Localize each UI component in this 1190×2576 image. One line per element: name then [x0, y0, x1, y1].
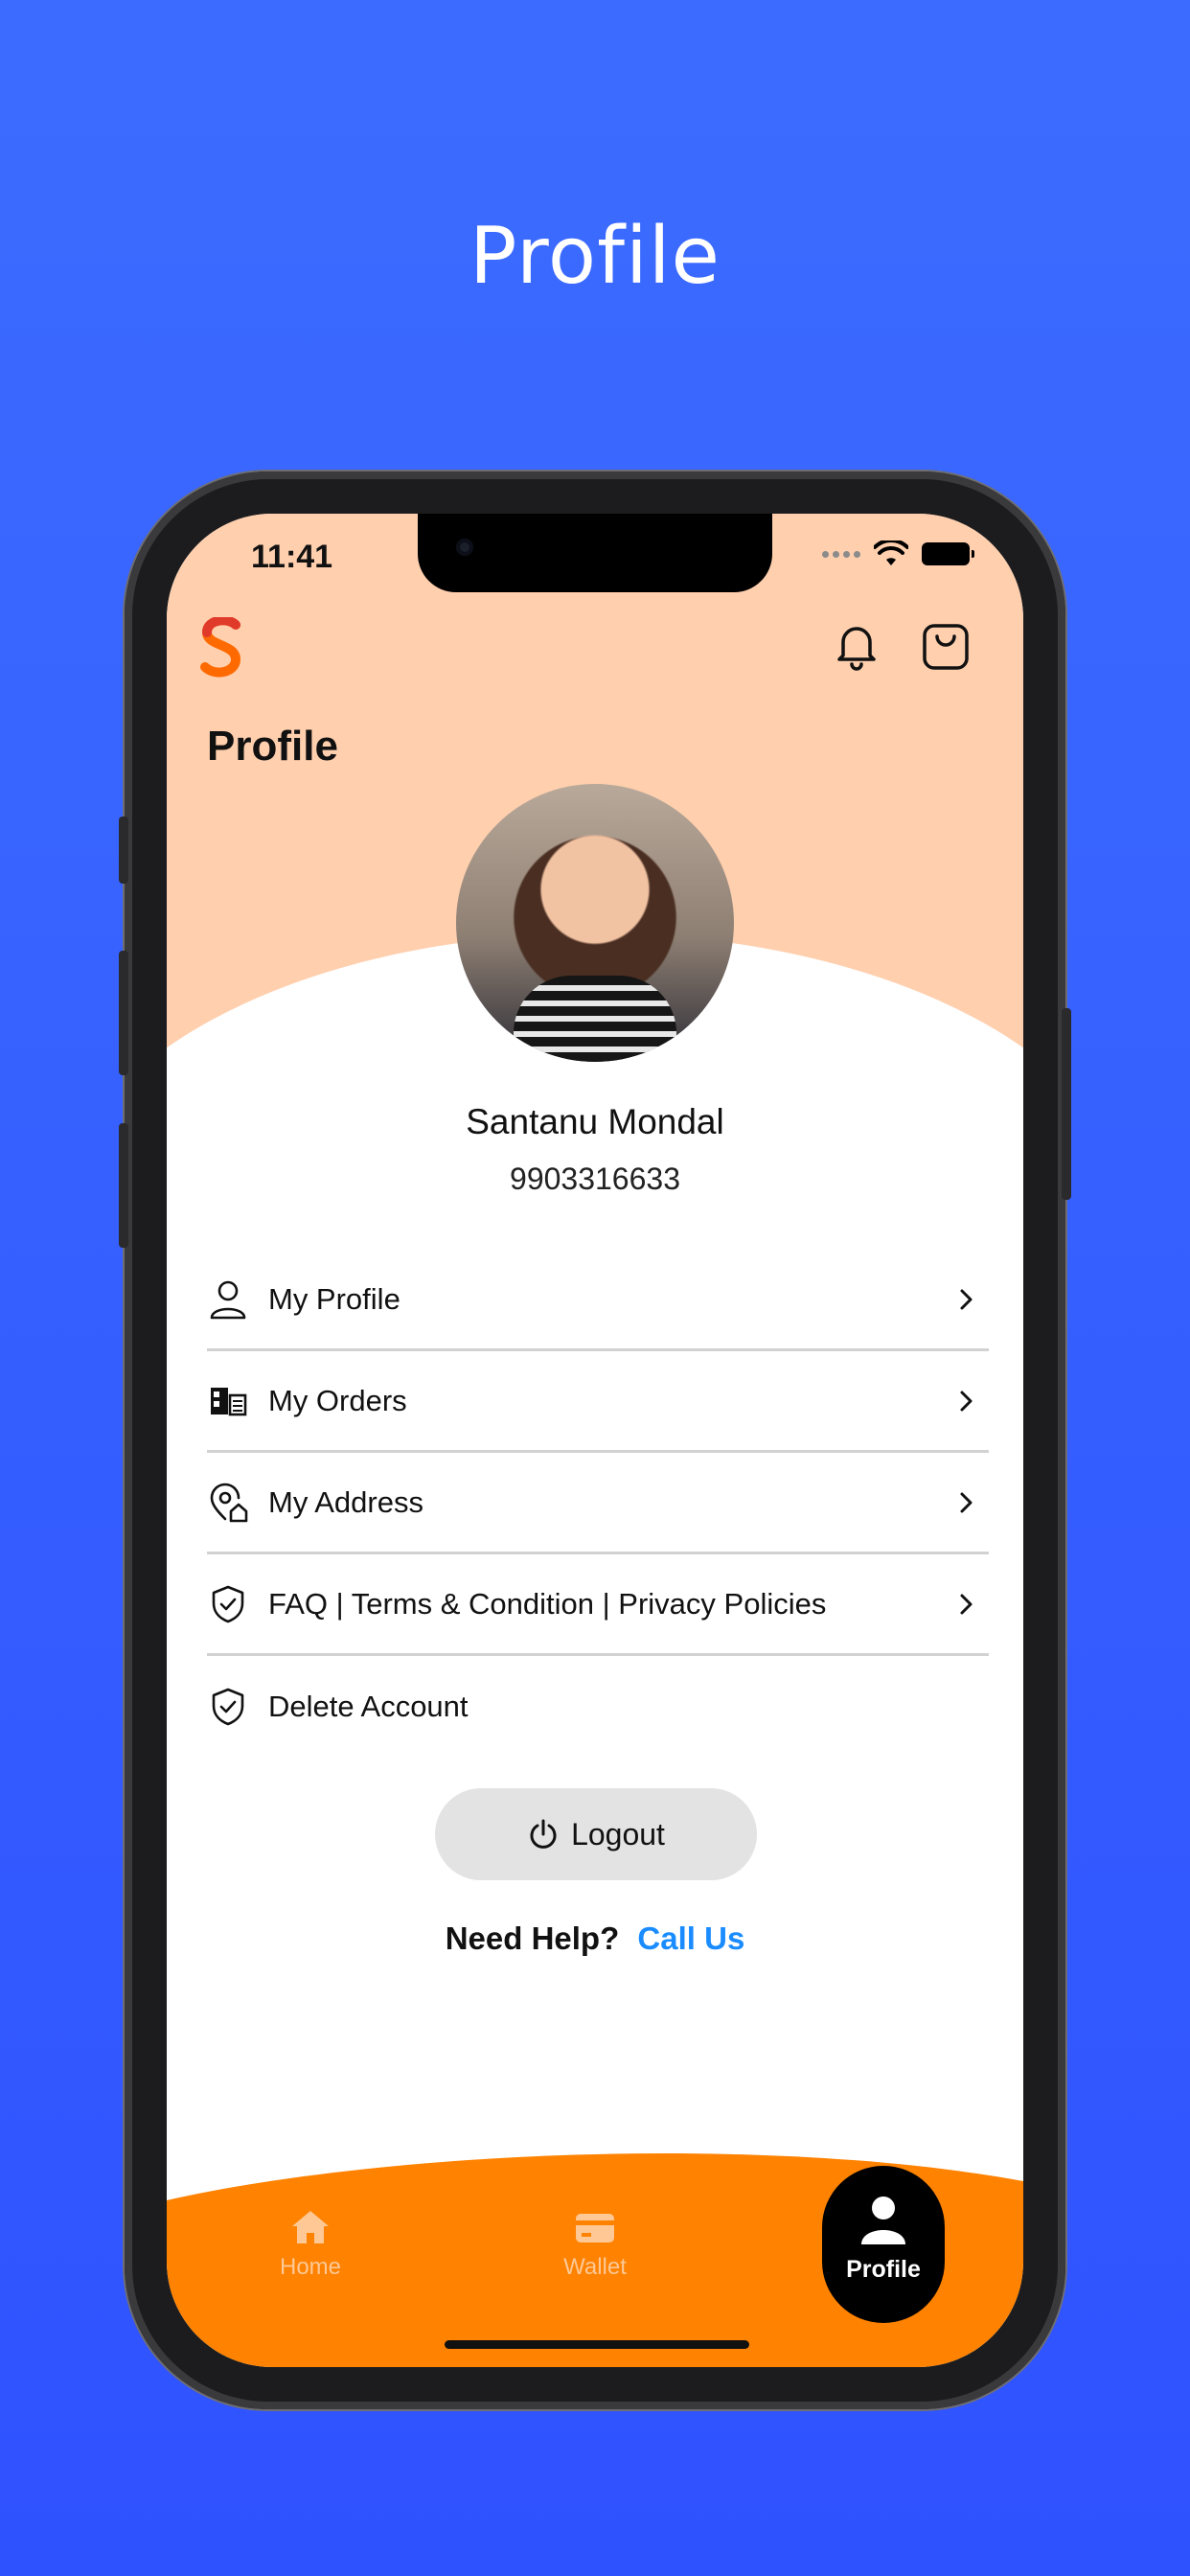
notch	[418, 514, 772, 592]
menu-item-my-profile[interactable]: My Profile	[207, 1250, 989, 1351]
user-icon	[207, 1278, 249, 1321]
status-icons	[822, 540, 974, 567]
nav-label: Profile	[846, 2256, 921, 2283]
orders-icon	[207, 1380, 249, 1422]
app-logo-icon	[200, 617, 241, 678]
home-icon	[292, 2211, 329, 2243]
avatar-shirt	[514, 976, 676, 1062]
chevron-right-icon	[960, 1391, 973, 1411]
signal-icon	[822, 550, 860, 558]
menu-item-label: My Address	[268, 1484, 423, 1519]
user-name: Santanu Mondal	[466, 1102, 724, 1141]
volume-up-button	[119, 951, 128, 1075]
help-text: Need Help?	[445, 1920, 620, 1956]
wallet-icon	[576, 2214, 614, 2242]
mute-switch	[119, 816, 128, 884]
chevron-right-icon	[960, 1594, 973, 1614]
profile-menu: My Profile My Orders My Address FAQ | Te…	[207, 1250, 989, 1758]
phone-frame: 11:41 Profile Santanu Mondal 9903316633 …	[119, 472, 1071, 2409]
status-time: 11:41	[251, 539, 333, 575]
nav-label: Home	[279, 2254, 342, 2280]
menu-item-label: FAQ | Terms & Condition | Privacy Polici…	[268, 1586, 827, 1621]
nav-profile[interactable]: Profile	[822, 2166, 945, 2323]
address-icon	[207, 1482, 249, 1524]
shopping-bag-icon[interactable]	[916, 617, 975, 677]
menu-item-faq-terms-privacy[interactable]: FAQ | Terms & Condition | Privacy Polici…	[207, 1554, 989, 1656]
battery-icon	[922, 542, 974, 565]
chevron-right-icon	[960, 1492, 973, 1512]
chevron-right-icon	[960, 1289, 973, 1309]
camera	[456, 539, 473, 556]
menu-item-label: My Orders	[268, 1383, 407, 1417]
page-title: Profile	[207, 723, 338, 770]
menu-item-label: Delete Account	[268, 1690, 469, 1723]
nav-wallet[interactable]: Wallet	[528, 2208, 662, 2281]
user-phone: 9903316633	[510, 1162, 680, 1196]
shield-check-icon	[207, 1583, 249, 1625]
help-line: Need Help? Call Us	[167, 1920, 1023, 1957]
wifi-icon	[874, 540, 908, 565]
call-us-link[interactable]: Call Us	[637, 1920, 744, 1956]
home-indicator	[445, 2340, 749, 2349]
profile-icon	[861, 2196, 905, 2244]
bell-icon[interactable]	[828, 617, 885, 675]
avatar[interactable]	[456, 784, 734, 1062]
power-button	[1062, 1008, 1071, 1200]
menu-item-label: My Profile	[268, 1281, 400, 1316]
menu-item-delete-account[interactable]: Delete Account	[207, 1656, 989, 1758]
shield-check-icon	[207, 1686, 249, 1728]
logout-label: Logout	[571, 1816, 665, 1852]
nav-home[interactable]: Home	[243, 2208, 378, 2281]
volume-down-button	[119, 1123, 128, 1248]
menu-item-my-address[interactable]: My Address	[207, 1453, 989, 1554]
logout-button[interactable]: Logout	[435, 1788, 757, 1880]
power-icon	[530, 1819, 557, 1849]
menu-item-my-orders[interactable]: My Orders	[207, 1351, 989, 1453]
promo-headline: Profile	[469, 211, 721, 302]
app-screen: 11:41 Profile Santanu Mondal 9903316633 …	[167, 514, 1023, 2367]
nav-label: Wallet	[563, 2254, 627, 2280]
